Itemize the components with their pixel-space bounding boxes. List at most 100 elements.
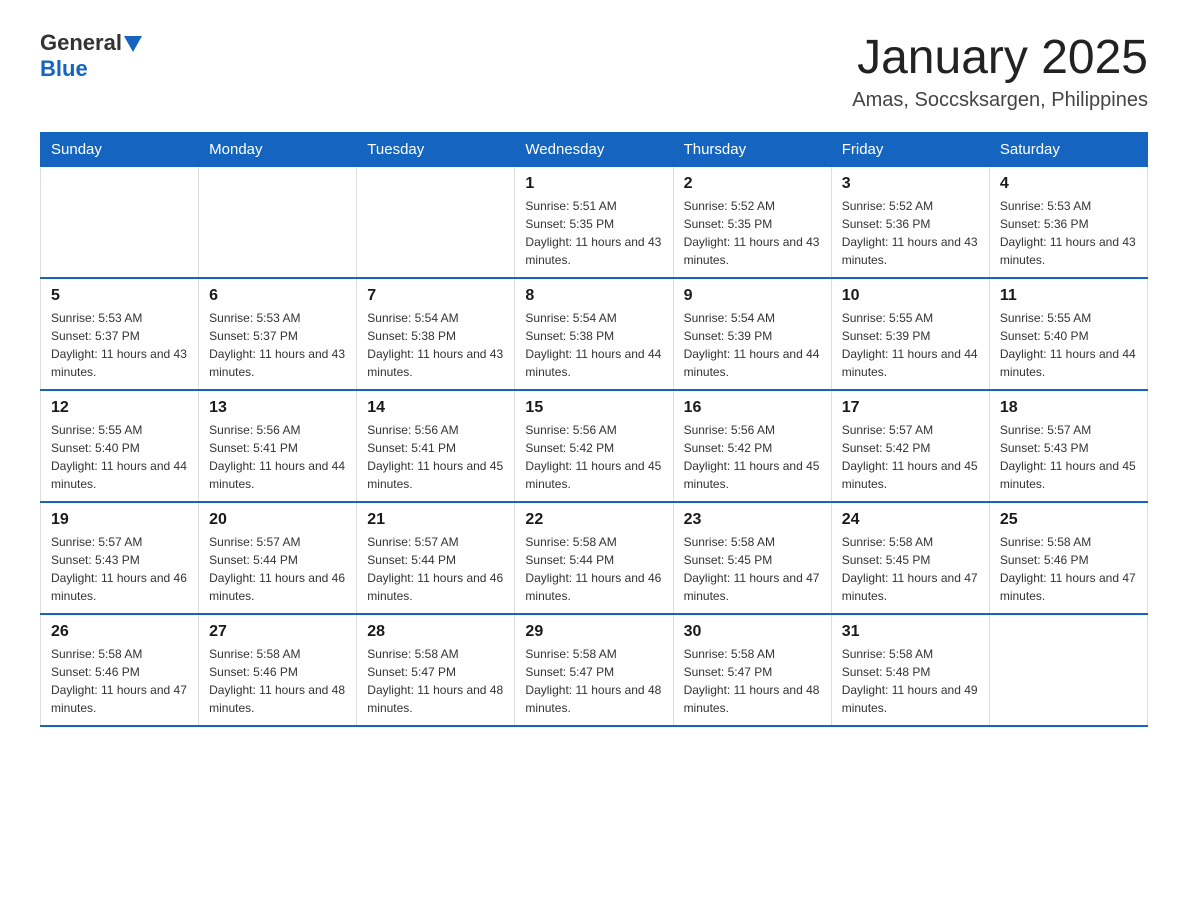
- day-info: Sunrise: 5:58 AMSunset: 5:46 PMDaylight:…: [209, 645, 346, 717]
- day-info: Sunrise: 5:58 AMSunset: 5:44 PMDaylight:…: [525, 533, 662, 605]
- calendar-cell: [41, 167, 199, 279]
- day-info: Sunrise: 5:58 AMSunset: 5:47 PMDaylight:…: [525, 645, 662, 717]
- calendar-cell: 30Sunrise: 5:58 AMSunset: 5:47 PMDayligh…: [673, 614, 831, 726]
- calendar-cell: 2Sunrise: 5:52 AMSunset: 5:35 PMDaylight…: [673, 167, 831, 279]
- calendar-cell: 20Sunrise: 5:57 AMSunset: 5:44 PMDayligh…: [199, 502, 357, 614]
- calendar-cell: 27 Sunrise: 5:58 AMSunset: 5:46 PMDayligh…: [199, 614, 357, 726]
- calendar-cell: 3 Sunrise: 5:52 AMSunset: 5:36 PMDaylight…: [831, 167, 989, 279]
- calendar-cell: 15 Sunrise: 5:56 AMSunset: 5:42 PMDayligh…: [515, 390, 673, 502]
- calendar-day-header: Saturday: [989, 133, 1147, 167]
- day-info: Sunrise: 5:57 AMSunset: 5:43 PMDaylight:…: [51, 533, 188, 605]
- day-number: 10: [842, 287, 979, 305]
- day-info: Sunrise: 5:55 AMSunset: 5:40 PMDaylight:…: [1000, 309, 1137, 381]
- calendar-cell: 22 Sunrise: 5:58 AMSunset: 5:44 PMDayligh…: [515, 502, 673, 614]
- day-number: 21: [367, 511, 504, 529]
- day-number: 25: [1000, 511, 1137, 529]
- calendar-cell: 12Sunrise: 5:55 AMSunset: 5:40 PMDayligh…: [41, 390, 199, 502]
- day-number: 19: [51, 511, 188, 529]
- title-area: January 2025 Amas, Soccsksargen, Philipp…: [852, 30, 1148, 112]
- calendar-cell: 25Sunrise: 5:58 AMSunset: 5:46 PMDayligh…: [989, 502, 1147, 614]
- day-number: 3: [842, 175, 979, 193]
- calendar-cell: 9 Sunrise: 5:54 AMSunset: 5:39 PMDaylight…: [673, 278, 831, 390]
- calendar-week-row: 1 Sunrise: 5:51 AMSunset: 5:35 PMDaylight…: [41, 167, 1148, 279]
- day-number: 1: [525, 175, 662, 193]
- calendar-cell: 1 Sunrise: 5:51 AMSunset: 5:35 PMDaylight…: [515, 167, 673, 279]
- day-info: Sunrise: 5:56 AMSunset: 5:42 PMDaylight:…: [525, 421, 662, 493]
- calendar-cell: 29 Sunrise: 5:58 AMSunset: 5:47 PMDayligh…: [515, 614, 673, 726]
- day-number: 11: [1000, 287, 1137, 305]
- day-info: Sunrise: 5:57 AMSunset: 5:44 PMDaylight:…: [209, 533, 346, 605]
- day-info: Sunrise: 5:56 AMSunset: 5:42 PMDaylight:…: [684, 421, 821, 493]
- calendar-cell: [357, 167, 515, 279]
- day-number: 24: [842, 511, 979, 529]
- calendar-week-row: 26 Sunrise: 5:58 AMSunset: 5:46 PMDayligh…: [41, 614, 1148, 726]
- calendar-week-row: 19 Sunrise: 5:57 AMSunset: 5:43 PMDayligh…: [41, 502, 1148, 614]
- day-number: 6: [209, 287, 346, 305]
- logo-general: General: [40, 30, 122, 55]
- day-number: 30: [684, 623, 821, 641]
- day-number: 23: [684, 511, 821, 529]
- day-info: Sunrise: 5:52 AMSunset: 5:36 PMDaylight:…: [842, 197, 979, 269]
- day-info: Sunrise: 5:54 AMSunset: 5:39 PMDaylight:…: [684, 309, 821, 381]
- calendar-day-header: Friday: [831, 133, 989, 167]
- calendar-cell: 17Sunrise: 5:57 AMSunset: 5:42 PMDayligh…: [831, 390, 989, 502]
- day-info: Sunrise: 5:58 AMSunset: 5:47 PMDaylight:…: [367, 645, 504, 717]
- calendar-cell: 31Sunrise: 5:58 AMSunset: 5:48 PMDayligh…: [831, 614, 989, 726]
- calendar-day-header: Monday: [199, 133, 357, 167]
- calendar-cell: 24 Sunrise: 5:58 AMSunset: 5:45 PMDayligh…: [831, 502, 989, 614]
- calendar-table: SundayMondayTuesdayWednesdayThursdayFrid…: [40, 132, 1148, 727]
- day-info: Sunrise: 5:58 AMSunset: 5:48 PMDaylight:…: [842, 645, 979, 717]
- day-info: Sunrise: 5:56 AMSunset: 5:41 PMDaylight:…: [367, 421, 504, 493]
- day-number: 7: [367, 287, 504, 305]
- day-number: 28: [367, 623, 504, 641]
- calendar-cell: 4 Sunrise: 5:53 AMSunset: 5:36 PMDaylight…: [989, 167, 1147, 279]
- calendar-cell: 21 Sunrise: 5:57 AMSunset: 5:44 PMDayligh…: [357, 502, 515, 614]
- day-info: Sunrise: 5:54 AMSunset: 5:38 PMDaylight:…: [525, 309, 662, 381]
- calendar-cell: 28 Sunrise: 5:58 AMSunset: 5:47 PMDayligh…: [357, 614, 515, 726]
- calendar-cell: 5 Sunrise: 5:53 AMSunset: 5:37 PMDaylight…: [41, 278, 199, 390]
- day-info: Sunrise: 5:57 AMSunset: 5:44 PMDaylight:…: [367, 533, 504, 605]
- subtitle: Amas, Soccsksargen, Philippines: [852, 89, 1148, 112]
- calendar-header-row: SundayMondayTuesdayWednesdayThursdayFrid…: [41, 133, 1148, 167]
- day-number: 13: [209, 399, 346, 417]
- day-info: Sunrise: 5:54 AMSunset: 5:38 PMDaylight:…: [367, 309, 504, 381]
- day-info: Sunrise: 5:56 AMSunset: 5:41 PMDaylight:…: [209, 421, 346, 493]
- day-info: Sunrise: 5:55 AMSunset: 5:39 PMDaylight:…: [842, 309, 979, 381]
- calendar-day-header: Sunday: [41, 133, 199, 167]
- day-info: Sunrise: 5:53 AMSunset: 5:36 PMDaylight:…: [1000, 197, 1137, 269]
- day-info: Sunrise: 5:51 AMSunset: 5:35 PMDaylight:…: [525, 197, 662, 269]
- calendar-cell: 10 Sunrise: 5:55 AMSunset: 5:39 PMDayligh…: [831, 278, 989, 390]
- day-info: Sunrise: 5:57 AMSunset: 5:43 PMDaylight:…: [1000, 421, 1137, 493]
- calendar-cell: [989, 614, 1147, 726]
- calendar-week-row: 5 Sunrise: 5:53 AMSunset: 5:37 PMDaylight…: [41, 278, 1148, 390]
- day-number: 8: [525, 287, 662, 305]
- calendar-cell: [199, 167, 357, 279]
- calendar-cell: 23Sunrise: 5:58 AMSunset: 5:45 PMDayligh…: [673, 502, 831, 614]
- calendar-cell: 7 Sunrise: 5:54 AMSunset: 5:38 PMDaylight…: [357, 278, 515, 390]
- logo-icon: [124, 36, 142, 52]
- day-info: Sunrise: 5:57 AMSunset: 5:42 PMDaylight:…: [842, 421, 979, 493]
- calendar-day-header: Tuesday: [357, 133, 515, 167]
- day-number: 2: [684, 175, 821, 193]
- day-number: 5: [51, 287, 188, 305]
- day-number: 22: [525, 511, 662, 529]
- day-number: 29: [525, 623, 662, 641]
- calendar-cell: 14 Sunrise: 5:56 AMSunset: 5:41 PMDayligh…: [357, 390, 515, 502]
- day-number: 15: [525, 399, 662, 417]
- day-number: 14: [367, 399, 504, 417]
- day-info: Sunrise: 5:58 AMSunset: 5:45 PMDaylight:…: [842, 533, 979, 605]
- calendar-day-header: Thursday: [673, 133, 831, 167]
- day-number: 4: [1000, 175, 1137, 193]
- day-number: 27: [209, 623, 346, 641]
- day-number: 26: [51, 623, 188, 641]
- logo: General Blue: [40, 30, 142, 82]
- calendar-cell: 19 Sunrise: 5:57 AMSunset: 5:43 PMDayligh…: [41, 502, 199, 614]
- day-number: 9: [684, 287, 821, 305]
- day-info: Sunrise: 5:53 AMSunset: 5:37 PMDaylight:…: [51, 309, 188, 381]
- calendar-cell: 11 Sunrise: 5:55 AMSunset: 5:40 PMDayligh…: [989, 278, 1147, 390]
- calendar-cell: 26Sunrise: 5:58 AMSunset: 5:46 PMDayligh…: [41, 614, 199, 726]
- calendar-cell: 16Sunrise: 5:56 AMSunset: 5:42 PMDayligh…: [673, 390, 831, 502]
- calendar-cell: 8 Sunrise: 5:54 AMSunset: 5:38 PMDaylight…: [515, 278, 673, 390]
- page-header: General Blue January 2025 Amas, Soccsksa…: [40, 30, 1148, 112]
- calendar-day-header: Wednesday: [515, 133, 673, 167]
